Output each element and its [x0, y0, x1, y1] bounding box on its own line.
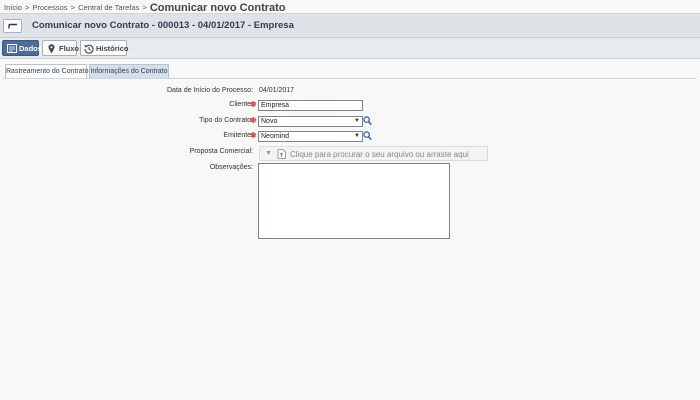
back-arrow-icon — [8, 23, 17, 29]
required-marker: ✱ — [250, 131, 257, 140]
chevron-down-icon: ▼ — [354, 133, 360, 139]
map-pin-icon — [48, 44, 55, 54]
historico-button[interactable]: Histórico — [80, 40, 129, 56]
tipo-contrato-select[interactable]: Novo ▼ — [258, 116, 363, 127]
file-dropzone[interactable]: ▼ Clique para procurar o seu arquivo ou … — [259, 146, 488, 161]
breadcrumb-item-inicio[interactable]: Início — [4, 3, 22, 12]
data-inicio-value: 04/01/2017 — [259, 87, 295, 94]
breadcrumb-separator: > — [70, 3, 76, 12]
proposta-comercial-label: Proposta Comercial: — [189, 148, 253, 155]
dados-label: Dados — [19, 44, 42, 53]
fluxo-label: Fluxo — [59, 44, 79, 53]
search-icon[interactable] — [363, 116, 372, 126]
title-bar: Comunicar novo Contrato - 000013 - 04/01… — [0, 13, 700, 38]
required-marker: ✱ — [250, 116, 257, 125]
breadcrumb-item-central-de-tarefas[interactable]: Central de Tarefas — [78, 3, 139, 12]
chevron-down-icon: ▼ — [354, 118, 360, 124]
breadcrumb-separator: > — [25, 3, 30, 12]
breadcrumb-separator: > — [142, 3, 147, 12]
dropzone-text: Clique para procurar o seu arquivo ou ar… — [290, 150, 469, 159]
emitente-select[interactable]: Neomind ▼ — [258, 131, 363, 142]
breadcrumb-item-processos[interactable]: Processos — [33, 3, 68, 12]
upload-file-icon — [277, 149, 286, 159]
tab-informacoes-do-contrato[interactable]: Informações do Contrato — [89, 64, 169, 79]
emitente-value: Neomind — [261, 133, 290, 140]
back-button[interactable] — [3, 19, 22, 33]
tipo-contrato-value: Novo — [261, 118, 278, 125]
emitente-label: Emitente: — [223, 132, 253, 139]
search-icon[interactable] — [363, 131, 372, 141]
fluxo-button[interactable]: Fluxo — [42, 40, 79, 56]
form-icon — [7, 44, 17, 53]
dados-button[interactable]: Dados — [2, 40, 42, 56]
observacoes-textarea[interactable] — [258, 163, 450, 239]
required-marker: ✱ — [250, 100, 257, 109]
historico-label: Histórico — [96, 44, 129, 53]
chevron-down-icon: ▼ — [265, 150, 272, 157]
breadcrumb: Início > Processos > Central de Tarefas … — [0, 0, 700, 14]
history-icon — [84, 44, 94, 54]
data-inicio-label: Data de Início do Processo: — [167, 87, 253, 94]
tab-rastreamento-do-contrato[interactable]: Rastreamento do Contrato — [5, 64, 89, 79]
toolbar: Dados Fluxo Histórico — [0, 38, 700, 59]
observacoes-label: Observações: — [209, 164, 253, 171]
cliente-input[interactable]: Empresa — [258, 100, 363, 111]
page-title: Comunicar novo Contrato - 000013 - 04/01… — [32, 20, 294, 31]
tipo-contrato-label: Tipo do Contrato: — [199, 117, 253, 124]
